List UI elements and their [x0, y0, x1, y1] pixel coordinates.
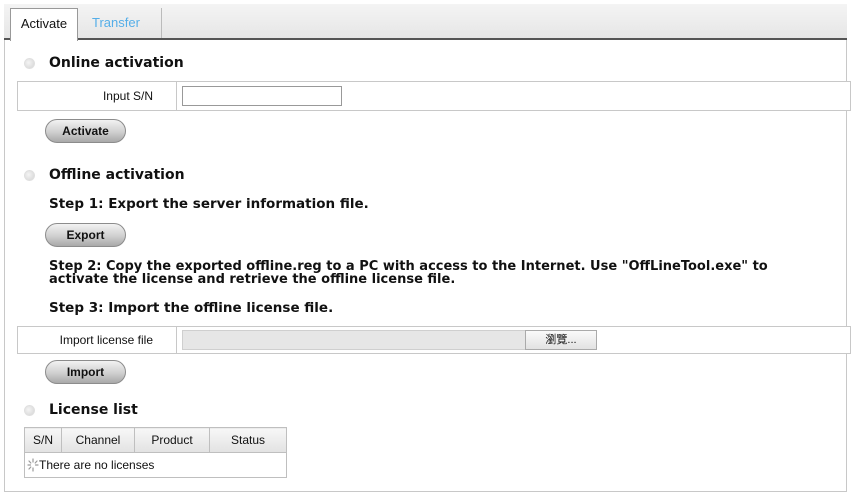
- export-button[interactable]: Export: [45, 223, 126, 247]
- column-header-status: Status: [209, 427, 287, 453]
- loading-spinner-icon: [27, 458, 39, 472]
- import-license-label: Import license file: [59, 333, 153, 347]
- empty-state-text: There are no licenses: [39, 458, 155, 472]
- license-table: S/N Channel Product Status There are no …: [24, 427, 287, 478]
- online-activation-title: Online activation: [49, 55, 184, 71]
- step3-text: Step 3: Import the offline license file.: [49, 300, 334, 316]
- column-header-sn: S/N: [24, 427, 62, 453]
- serial-number-label: Input S/N: [102, 89, 153, 103]
- serial-number-input[interactable]: [182, 86, 342, 106]
- tab-bar: Activate Transfer: [4, 4, 847, 41]
- license-list-title: License list: [49, 402, 138, 418]
- step2-text: Step 2: Copy the exported offline.reg to…: [49, 259, 768, 287]
- license-list-radio: [24, 405, 35, 416]
- offline-activation-title: Offline activation: [49, 167, 185, 183]
- table-header-row: S/N Channel Product Status: [24, 427, 287, 453]
- column-header-product: Product: [134, 427, 210, 453]
- row-divider: [176, 82, 177, 110]
- row-divider: [176, 327, 177, 353]
- browse-button[interactable]: 瀏覽...: [525, 330, 597, 350]
- activate-button[interactable]: Activate: [45, 119, 126, 143]
- tab-transfer[interactable]: Transfer: [84, 8, 162, 38]
- offline-activation-radio[interactable]: [24, 170, 35, 181]
- panel-frame: [4, 4, 847, 492]
- empty-row-cell: There are no licenses: [25, 453, 287, 478]
- tab-activate[interactable]: Activate: [10, 8, 78, 41]
- step1-text: Step 1: Export the server information fi…: [49, 196, 369, 212]
- table-row: There are no licenses: [25, 453, 287, 478]
- import-button[interactable]: Import: [45, 360, 126, 384]
- column-header-channel: Channel: [61, 427, 135, 453]
- online-activation-radio[interactable]: [24, 58, 35, 69]
